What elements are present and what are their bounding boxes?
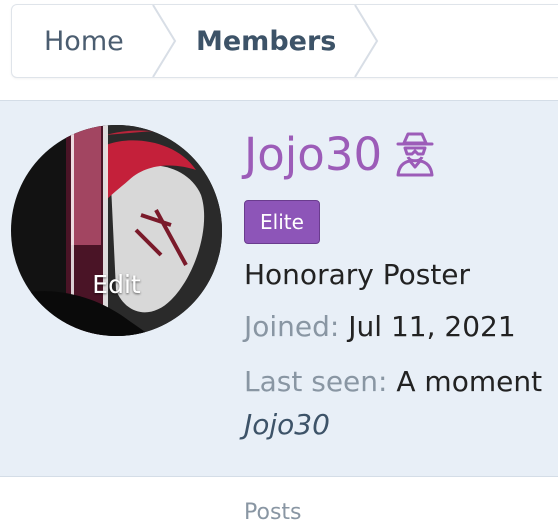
username-text: Jojo30 (244, 127, 383, 181)
avatar-image (11, 125, 222, 336)
profile-username: Jojo30 (244, 126, 440, 182)
breadcrumb-bar: Home Members (0, 0, 558, 100)
incognito-icon (396, 132, 434, 177)
user-banner-badge: Elite (244, 200, 320, 244)
last-seen-label: Last seen: (244, 365, 388, 398)
joined-label: Joined: (244, 310, 340, 343)
joined-info: Joined: Jul 11, 2021 (244, 310, 516, 343)
last-seen-info: Last seen: A moment (244, 365, 542, 398)
joined-value: Jul 11, 2021 (348, 310, 516, 343)
last-seen-activity-link[interactable]: Jojo30 (244, 408, 330, 441)
breadcrumb-home-link[interactable]: Home (44, 5, 124, 77)
posts-stat-label: Posts (244, 500, 302, 525)
user-title: Honorary Poster (244, 258, 471, 291)
breadcrumb-members-link[interactable]: Members (196, 5, 336, 77)
avatar[interactable] (11, 125, 222, 336)
breadcrumb: Home Members (11, 4, 558, 78)
last-seen-value: A moment (396, 365, 543, 398)
breadcrumb-separator-icon (152, 5, 177, 77)
avatar-edit-button[interactable]: Edit (0, 270, 233, 299)
breadcrumb-separator-icon (354, 5, 379, 77)
